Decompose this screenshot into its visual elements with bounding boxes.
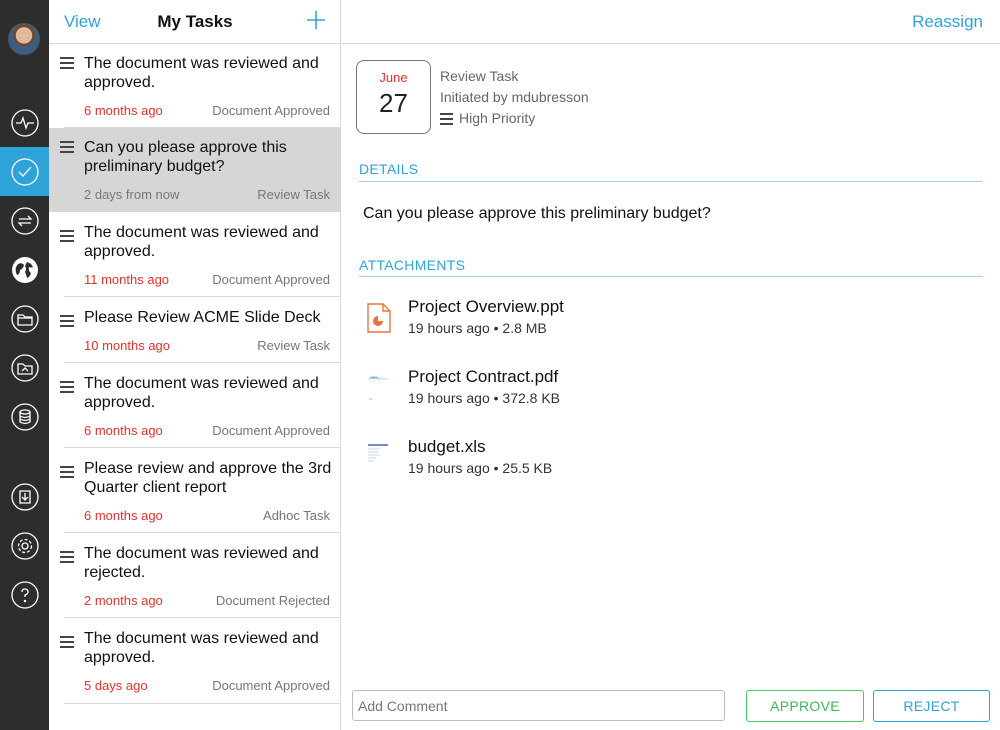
task-due: 6 months ago [84,508,163,523]
priority-icon [440,110,453,128]
task-title: Please review and approve the 3rd Quarte… [84,460,332,496]
attachment-meta: 19 hours ago • 372.8 KB [408,390,561,406]
task-type-label: Review Task [440,68,519,84]
drag-handle-icon[interactable] [60,381,74,396]
task-type: Document Approved [212,103,330,118]
drag-handle-icon[interactable] [60,57,74,72]
task-meta: Review Task Initiated by mdubresson High… [440,66,589,129]
due-month: June [379,70,408,85]
task-list-panel: View My Tasks The document was reviewed … [49,0,341,730]
task-item[interactable]: Please review and approve the 3rd Quarte… [49,448,341,533]
attachments-section-label: ATTACHMENTS [359,257,466,273]
task-title: Can you please approve this preliminary … [84,139,287,175]
reassign-button[interactable]: Reassign [912,12,983,32]
task-title: The document was reviewed and approved. [84,375,319,411]
task-item[interactable]: The document was reviewed and approved. … [49,363,341,448]
task-type: Review Task [257,338,330,353]
drag-handle-icon[interactable] [60,141,74,156]
download-icon[interactable] [0,472,49,521]
task-title: The document was reviewed and rejected. [84,545,319,581]
drag-handle-icon[interactable] [60,230,74,245]
details-text: Can you please approve this preliminary … [363,205,711,222]
task-item[interactable]: The document was reviewed and approved. … [49,212,341,297]
task-item[interactable]: Please Review ACME Slide Deck 10 months … [49,297,341,363]
task-due: 2 months ago [84,593,163,608]
task-due: 2 days from now [84,187,180,202]
task-item[interactable]: The document was reviewed and approved. … [49,44,341,128]
plus-icon[interactable] [305,9,327,31]
task-type: Document Approved [212,678,330,693]
attachment-meta: 19 hours ago • 25.5 KB [408,460,553,476]
database-icon[interactable] [0,392,49,441]
priority-row: High Priority [440,108,589,129]
attachment-item[interactable]: budget.xls 19 hours ago • 25.5 KB [366,437,966,487]
comment-input[interactable] [352,690,725,721]
task-due: 11 months ago [84,272,170,287]
attachment-item[interactable]: Project Overview.ppt 19 hours ago • 2.8 … [366,297,966,347]
task-list-header: View My Tasks [49,0,341,44]
task-title: The document was reviewed and approved. [84,55,319,91]
tasks-checkmark-icon[interactable] [0,147,49,196]
task-item[interactable]: The document was reviewed and approved. … [49,618,341,704]
task-item[interactable]: The document was reviewed and rejected. … [49,533,341,618]
task-title: The document was reviewed and approved. [84,224,319,260]
attachment-item[interactable]: Project Contract.pdf 19 hours ago • 372.… [366,367,966,417]
approve-button[interactable]: APPROVE [746,690,864,722]
task-due: 6 months ago [84,103,163,118]
task-type: Document Approved [212,423,330,438]
attachment-name: budget.xls [408,437,486,456]
drag-handle-icon[interactable] [60,636,74,651]
drag-handle-icon[interactable] [60,466,74,481]
attachment-name: Project Overview.ppt [408,297,564,316]
pdf-thumbnail-icon [368,376,388,400]
task-type: Adhoc Task [263,508,330,523]
due-date-badge: June 27 [356,60,431,134]
task-item-selected[interactable]: Can you please approve this preliminary … [49,128,341,212]
detail-header: Reassign [342,0,1000,44]
activity-icon[interactable] [0,98,49,147]
task-due: 5 days ago [84,678,148,693]
globe-icon[interactable] [0,245,49,294]
details-section-label: DETAILS [359,161,419,177]
task-title: Please Review ACME Slide Deck [84,309,321,326]
page-title: My Tasks [157,12,233,31]
attachment-meta: 19 hours ago • 2.8 MB [408,320,547,336]
gear-icon[interactable] [0,521,49,570]
divider [359,276,983,277]
divider [359,181,983,182]
task-type: Document Rejected [215,593,330,608]
sync-icon[interactable] [0,196,49,245]
drag-handle-icon[interactable] [60,551,74,566]
task-due: 6 months ago [84,423,163,438]
attachment-name: Project Contract.pdf [408,367,559,386]
icon-rail [0,0,49,730]
xls-thumbnail-icon [368,444,388,462]
avatar[interactable] [8,23,40,55]
task-detail-panel: Reassign June 27 Review Task Initiated b… [342,0,1000,730]
task-type: Review Task [257,187,330,202]
priority-label: High Priority [459,110,536,126]
reject-button[interactable]: REJECT [873,690,990,722]
help-icon[interactable] [0,570,49,619]
ppt-file-icon [367,303,391,333]
due-day: 27 [379,88,408,118]
drag-handle-icon[interactable] [60,315,74,330]
task-title: The document was reviewed and approved. [84,630,319,666]
task-due: 10 months ago [84,338,171,353]
shared-folder-icon[interactable] [0,343,49,392]
folder-icon[interactable] [0,294,49,343]
initiator-label: Initiated by mdubresson [440,89,589,105]
task-type: Document Approved [212,272,330,287]
